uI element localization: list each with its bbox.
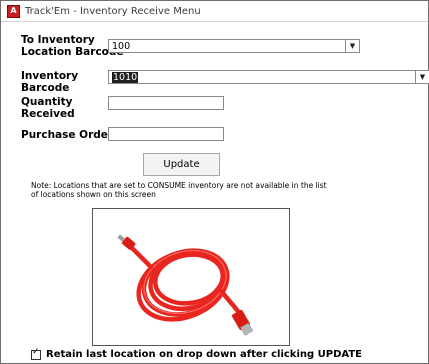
chevron-down-icon[interactable]: ▼ [415,71,429,83]
purchase-order-label: Purchase Order [21,129,114,141]
retain-location-label: Retain last location on drop down after … [46,349,363,360]
retain-location-option[interactable]: ✓ Retain last location on drop down afte… [31,346,363,360]
inventory-barcode-value: 1010 [112,72,139,83]
product-image-frame [92,208,290,346]
app-window: A Track'Em - Inventory Receive Menu To I… [0,0,429,364]
window-title: Track'Em - Inventory Receive Menu [25,5,201,17]
title-bar[interactable]: A Track'Em - Inventory Receive Menu [1,1,428,22]
inventory-barcode-label-line2: Barcode [21,82,70,94]
inventory-barcode-label: Inventory Barcode [21,70,78,94]
inventory-barcode-dropdown[interactable]: 1010 ▼ [108,70,429,84]
inventory-barcode-label-line1: Inventory [21,70,79,82]
red-usb-cable-image [117,234,254,336]
quantity-received-label-line1: Quantity [21,96,73,108]
locations-note: Note: Locations that are set to CONSUME … [31,181,327,199]
quantity-received-label-line2: Received [21,108,75,120]
quantity-received-label: Quantity Received [21,96,75,120]
checkmark-icon: ✓ [32,346,40,357]
app-icon-letter: A [10,6,17,15]
to-location-dropdown[interactable]: 100 ▼ [108,39,360,53]
quantity-received-input[interactable] [108,96,224,110]
app-icon: A [7,4,20,18]
retain-location-checkbox[interactable]: ✓ [31,346,41,360]
update-button[interactable]: Update [143,153,220,176]
to-location-value: 100 [112,41,131,52]
purchase-order-input[interactable] [108,127,224,141]
chevron-down-icon[interactable]: ▼ [345,40,359,52]
